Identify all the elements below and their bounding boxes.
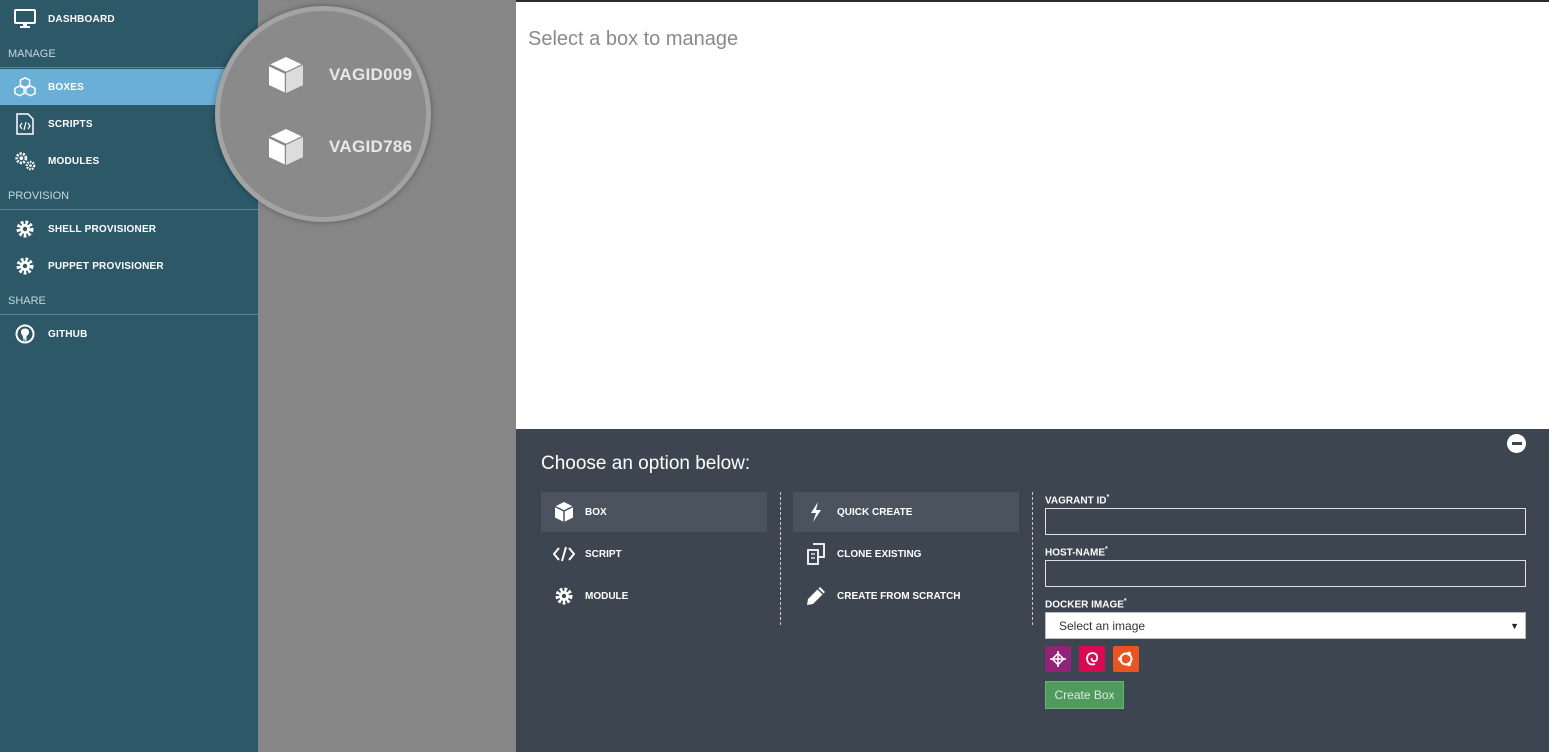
script-file-icon bbox=[14, 113, 36, 135]
create-panel: Choose an option below: BOX SCRIPT MODUL… bbox=[516, 429, 1549, 752]
divider bbox=[0, 209, 258, 210]
minus-icon bbox=[1511, 442, 1522, 445]
column-divider bbox=[780, 492, 781, 625]
pencil-icon bbox=[805, 585, 827, 607]
divider bbox=[0, 67, 258, 68]
required-mark: * bbox=[1123, 598, 1127, 605]
option-label: CLONE EXISTING bbox=[837, 548, 922, 560]
docker-image-label: DOCKER IMAGE* bbox=[1045, 598, 1127, 610]
docker-image-label-text: DOCKER IMAGE bbox=[1045, 599, 1124, 611]
host-name-field[interactable] bbox=[1045, 560, 1526, 587]
create-box-button[interactable]: Create Box bbox=[1045, 681, 1124, 709]
collapse-panel-button[interactable] bbox=[1507, 434, 1526, 453]
box-name: VAGID009 bbox=[329, 65, 413, 84]
host-name-label-text: HOST-NAME bbox=[1045, 547, 1105, 559]
boxes-icon bbox=[14, 76, 36, 98]
sidebar-item-label: GITHUB bbox=[48, 328, 88, 340]
section-heading-manage: MANAGE bbox=[8, 48, 56, 60]
page-title: Select a box to manage bbox=[528, 28, 739, 50]
chevron-down-icon: ▼ bbox=[1510, 620, 1519, 631]
option-label: QUICK CREATE bbox=[837, 506, 913, 518]
section-heading-share: SHARE bbox=[8, 295, 46, 307]
code-icon bbox=[553, 543, 575, 565]
gear-icon bbox=[553, 585, 575, 607]
ubuntu-icon[interactable] bbox=[1113, 646, 1139, 672]
option-label: BOX bbox=[585, 506, 607, 518]
vagrant-id-field[interactable] bbox=[1045, 508, 1526, 535]
vagrant-id-label: VAGRANT ID* bbox=[1045, 494, 1109, 506]
debian-icon[interactable] bbox=[1079, 646, 1105, 672]
option-label: MODULE bbox=[585, 590, 629, 602]
section-heading-provision: PROVISION bbox=[8, 190, 70, 202]
main-content: Select a box to manage bbox=[516, 0, 1549, 429]
gears-icon bbox=[14, 150, 36, 172]
required-mark: * bbox=[1106, 494, 1110, 501]
option-quick-create[interactable]: QUICK CREATE bbox=[793, 492, 1019, 532]
box-name: VAGID786 bbox=[329, 137, 413, 156]
sidebar-item-label: BOXES bbox=[48, 81, 85, 93]
cube-icon bbox=[265, 54, 307, 96]
lightning-icon bbox=[805, 501, 827, 523]
sidebar-item-label: MODULES bbox=[48, 155, 100, 167]
cube-icon bbox=[265, 126, 307, 168]
sidebar-item-label: SCRIPTS bbox=[48, 118, 93, 130]
sidebar-item-puppet-provisioner[interactable]: PUPPET PROVISIONER bbox=[0, 248, 258, 284]
host-name-label: HOST-NAME* bbox=[1045, 546, 1108, 558]
cube-icon bbox=[553, 501, 575, 523]
option-label: CREATE FROM SCRATCH bbox=[837, 590, 961, 602]
clone-icon bbox=[805, 543, 827, 565]
box-item-vagid786[interactable]: VAGID786 bbox=[265, 125, 425, 169]
option-module[interactable]: MODULE bbox=[541, 576, 767, 616]
sidebar-item-dashboard[interactable]: DASHBOARD bbox=[0, 1, 258, 37]
column-divider bbox=[1032, 492, 1033, 625]
vagrant-id-label-text: VAGRANT ID bbox=[1045, 495, 1107, 507]
option-script[interactable]: SCRIPT bbox=[541, 534, 767, 574]
option-label: SCRIPT bbox=[585, 548, 622, 560]
option-box[interactable]: BOX bbox=[541, 492, 767, 532]
sidebar-item-label: SHELL PROVISIONER bbox=[48, 223, 157, 235]
gear-icon bbox=[14, 218, 36, 240]
divider bbox=[0, 314, 258, 315]
required-mark: * bbox=[1105, 546, 1108, 553]
docker-image-select[interactable]: Select an image ▼ bbox=[1045, 612, 1526, 639]
box-list-magnifier: VAGID009 VAGID786 bbox=[215, 6, 431, 222]
sidebar-item-github[interactable]: GITHUB bbox=[0, 316, 258, 352]
monitor-icon bbox=[14, 8, 36, 30]
github-icon bbox=[14, 323, 36, 345]
panel-title: Choose an option below: bbox=[541, 453, 751, 474]
sidebar-item-label: DASHBOARD bbox=[48, 13, 115, 25]
gear-icon bbox=[14, 255, 36, 277]
option-create-from-scratch[interactable]: CREATE FROM SCRATCH bbox=[793, 576, 1019, 616]
centos-icon[interactable] bbox=[1045, 646, 1071, 672]
box-item-vagid009[interactable]: VAGID009 bbox=[265, 53, 425, 97]
sidebar-item-label: PUPPET PROVISIONER bbox=[48, 260, 164, 272]
sidebar-item-modules[interactable]: MODULES bbox=[0, 143, 258, 179]
sidebar-item-shell-provisioner[interactable]: SHELL PROVISIONER bbox=[0, 211, 258, 247]
option-clone-existing[interactable]: CLONE EXISTING bbox=[793, 534, 1019, 574]
docker-image-selected-value: Select an image bbox=[1059, 618, 1146, 633]
